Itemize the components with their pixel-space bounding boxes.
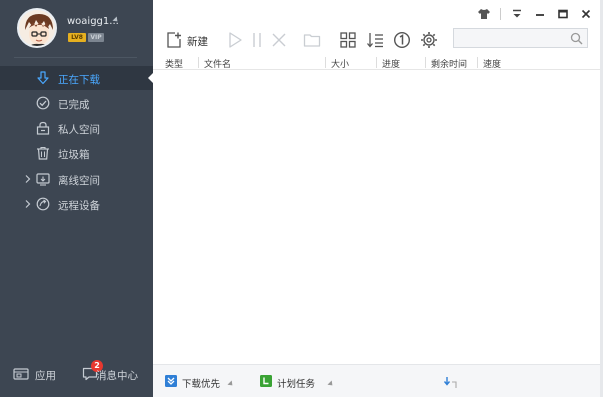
user-avatar[interactable] — [17, 8, 57, 48]
sidebar-item-private-space[interactable]: 私人空间 — [0, 116, 153, 140]
sidebar: woaigg1... LV8 VIP 正在下载 已完成 私人空间 垃圾箱 离线空… — [0, 0, 153, 397]
vip-badge[interactable]: VIP — [88, 33, 104, 42]
sidebar-item-downloading[interactable]: 正在下载 — [0, 66, 153, 90]
scheduled-tasks-button[interactable]: 计划任务 — [260, 374, 340, 390]
single-task-mode-button[interactable] — [393, 31, 411, 49]
priority-caret-icon[interactable] — [227, 380, 235, 388]
column-header-size[interactable]: 大小 — [331, 57, 349, 70]
avatar-portrait-icon — [19, 10, 55, 46]
sidebar-item-label: 私人空间 — [58, 124, 100, 136]
window-controls — [468, 7, 593, 21]
column-header-type[interactable]: 类型 — [165, 57, 183, 70]
close-button[interactable] — [579, 7, 593, 21]
message-center-button[interactable]: 2 消息中心 — [82, 360, 147, 384]
sidebar-item-label: 已完成 — [58, 99, 90, 111]
sort-button[interactable] — [366, 31, 384, 49]
column-header-filename[interactable]: 文件名 — [204, 57, 231, 70]
download-priority-icon — [165, 375, 177, 387]
schedule-caret-icon[interactable] — [327, 380, 335, 388]
start-button[interactable] — [226, 31, 244, 49]
apps-label: 应用 — [35, 370, 56, 382]
maximize-button[interactable] — [556, 7, 570, 21]
window-controls-separator — [500, 8, 501, 20]
level-badge: LV8 — [68, 33, 86, 42]
download-priority-button[interactable]: 下载优先 — [165, 374, 235, 390]
minimize-button[interactable] — [533, 7, 547, 21]
search-icon[interactable] — [570, 32, 583, 45]
apps-button[interactable]: 应用 — [13, 364, 63, 384]
pause-icon — [253, 33, 261, 47]
column-header-progress[interactable]: 进度 — [382, 57, 400, 70]
search-input[interactable] — [454, 29, 564, 47]
main-panel: 新建 类型 文件名 大小 进度 剩余时间 速度 下载优先 计划任务 — [153, 0, 603, 397]
cloud-download-icon — [36, 173, 50, 186]
download-arrow-icon — [37, 71, 49, 85]
skin-button[interactable] — [477, 7, 491, 21]
minimize-icon — [536, 14, 544, 16]
task-table-header: 类型 文件名 大小 进度 剩余时间 速度 — [153, 55, 603, 70]
menu-dropdown-icon — [513, 9, 521, 18]
column-header-speed[interactable]: 速度 — [483, 57, 501, 70]
expand-chevron-icon[interactable] — [24, 199, 32, 209]
check-circle-icon — [36, 96, 50, 110]
delete-x-icon — [272, 33, 286, 47]
toolbar: 新建 — [153, 27, 603, 53]
number-one-circle-icon — [393, 31, 411, 49]
column-separator — [425, 57, 426, 68]
message-center-label: 消息中心 — [96, 370, 138, 382]
download-priority-label: 下载优先 — [182, 379, 221, 390]
delete-button[interactable] — [270, 31, 288, 49]
sidebar-item-completed[interactable]: 已完成 — [0, 91, 153, 115]
status-bar: 下载优先 计划任务 — [153, 364, 603, 397]
new-task-label[interactable]: 新建 — [187, 34, 208, 49]
open-folder-button[interactable] — [303, 31, 321, 49]
sidebar-item-label: 垃圾箱 — [58, 149, 90, 161]
maximize-icon — [558, 9, 568, 19]
task-list[interactable] — [153, 71, 603, 363]
download-speed-icon — [443, 377, 457, 388]
user-profile: woaigg1... LV8 VIP — [0, 0, 153, 56]
main-menu-button[interactable] — [510, 7, 524, 21]
search-box — [453, 28, 588, 48]
scheduled-tasks-label: 计划任务 — [277, 379, 316, 390]
schedule-task-icon — [260, 375, 272, 387]
pause-button[interactable] — [248, 31, 266, 49]
settings-button[interactable] — [420, 31, 438, 49]
sidebar-item-label: 离线空间 — [58, 175, 100, 187]
trash-icon — [37, 146, 49, 160]
sidebar-item-remote-devices[interactable]: 远程设备 — [0, 192, 153, 216]
shirt-icon — [478, 9, 490, 19]
play-icon — [229, 32, 242, 48]
sidebar-item-trash[interactable]: 垃圾箱 — [0, 141, 153, 165]
lock-icon — [36, 121, 50, 135]
speed-indicator[interactable] — [443, 374, 459, 390]
sidebar-item-label: 正在下载 — [58, 74, 100, 86]
grid-view-icon — [340, 32, 356, 48]
apps-icon — [13, 368, 29, 380]
remote-device-icon — [36, 197, 50, 211]
view-mode-button[interactable] — [339, 31, 357, 49]
folder-icon — [303, 34, 321, 47]
username[interactable]: woaigg1... — [67, 16, 119, 27]
new-task-button[interactable] — [165, 31, 183, 49]
column-separator — [325, 57, 326, 68]
column-separator — [477, 57, 478, 68]
column-separator — [198, 57, 199, 68]
sort-list-icon — [367, 33, 383, 48]
column-header-remaining-time[interactable]: 剩余时间 — [431, 57, 467, 70]
sidebar-divider — [14, 57, 137, 58]
sidebar-item-offline-space[interactable]: 离线空间 — [0, 167, 153, 191]
new-file-plus-icon — [167, 32, 181, 48]
sidebar-item-label: 远程设备 — [58, 200, 100, 212]
gear-icon — [421, 32, 437, 48]
expand-chevron-icon[interactable] — [24, 174, 32, 184]
close-icon — [581, 9, 591, 19]
column-separator — [376, 57, 377, 68]
